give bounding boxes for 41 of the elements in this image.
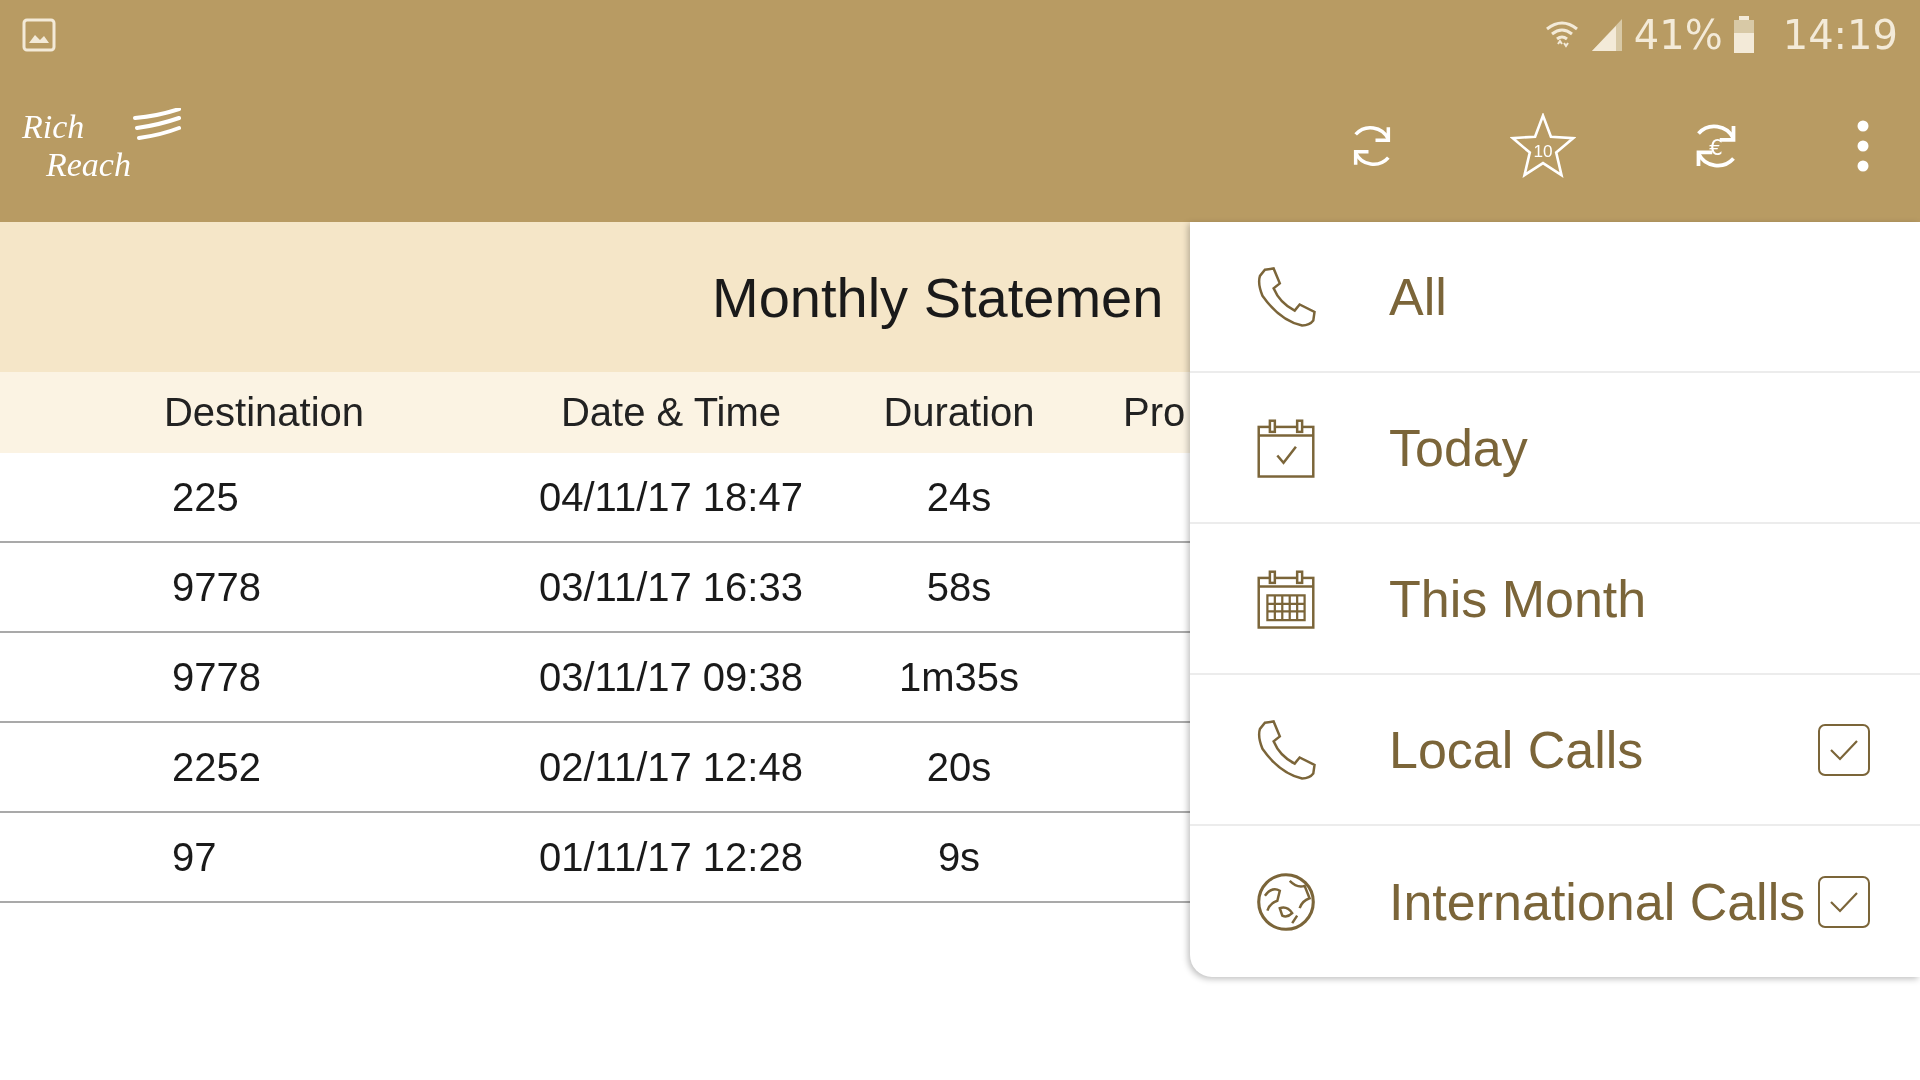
signal-icon bbox=[1589, 17, 1624, 53]
table-cell: 01/11/17 12:28 bbox=[539, 834, 803, 880]
table-cell: 58s bbox=[926, 564, 992, 610]
page-title: Monthly Statemen bbox=[712, 264, 1164, 330]
menu-item[interactable]: International Calls bbox=[1190, 826, 1920, 977]
menu-item[interactable]: All bbox=[1190, 222, 1920, 373]
column-header: Duration bbox=[883, 390, 1035, 435]
column-header: Pro bbox=[1123, 390, 1186, 435]
table-cell: 9s bbox=[937, 834, 981, 880]
more-options-icon[interactable] bbox=[1856, 120, 1870, 172]
battery-percent: 41% bbox=[1633, 12, 1723, 58]
checkbox[interactable] bbox=[1818, 875, 1870, 928]
table-cell: 225 bbox=[172, 474, 239, 520]
menu-item[interactable]: This Month bbox=[1190, 524, 1920, 675]
checkbox[interactable] bbox=[1818, 723, 1870, 776]
column-header: Date & Time bbox=[560, 390, 782, 435]
column-header: Destination bbox=[163, 390, 365, 435]
table-cell: 02/11/17 12:48 bbox=[539, 744, 803, 790]
gallery-icon bbox=[22, 18, 56, 52]
table-cell: 97 bbox=[172, 834, 217, 880]
logo-text: Reach bbox=[45, 146, 131, 184]
table-cell: 20s bbox=[926, 744, 992, 790]
table-cell: 04/11/17 18:47 bbox=[539, 474, 803, 520]
table-cell: 03/11/17 09:38 bbox=[539, 654, 803, 700]
table-cell: 9778 bbox=[172, 564, 261, 610]
menu-item[interactable]: Local Calls bbox=[1190, 675, 1920, 826]
globe-icon bbox=[1255, 870, 1317, 933]
wave-icon bbox=[132, 108, 181, 142]
phone-icon bbox=[1255, 718, 1317, 781]
phone-icon bbox=[1255, 265, 1317, 328]
menu-item[interactable]: Today bbox=[1190, 373, 1920, 524]
table-cell: 24s bbox=[926, 474, 992, 520]
table-cell: 03/11/17 16:33 bbox=[539, 564, 803, 610]
table-cell: 1m35s bbox=[898, 654, 1020, 700]
battery-icon bbox=[1732, 16, 1755, 54]
clock-time: 14:19 bbox=[1782, 12, 1898, 58]
calendar-icon bbox=[1255, 416, 1317, 479]
calendar-icon bbox=[1255, 567, 1317, 630]
logo-text: Rich bbox=[22, 108, 86, 146]
table-cell: 2252 bbox=[172, 744, 261, 790]
table-cell: 9778 bbox=[172, 654, 261, 700]
